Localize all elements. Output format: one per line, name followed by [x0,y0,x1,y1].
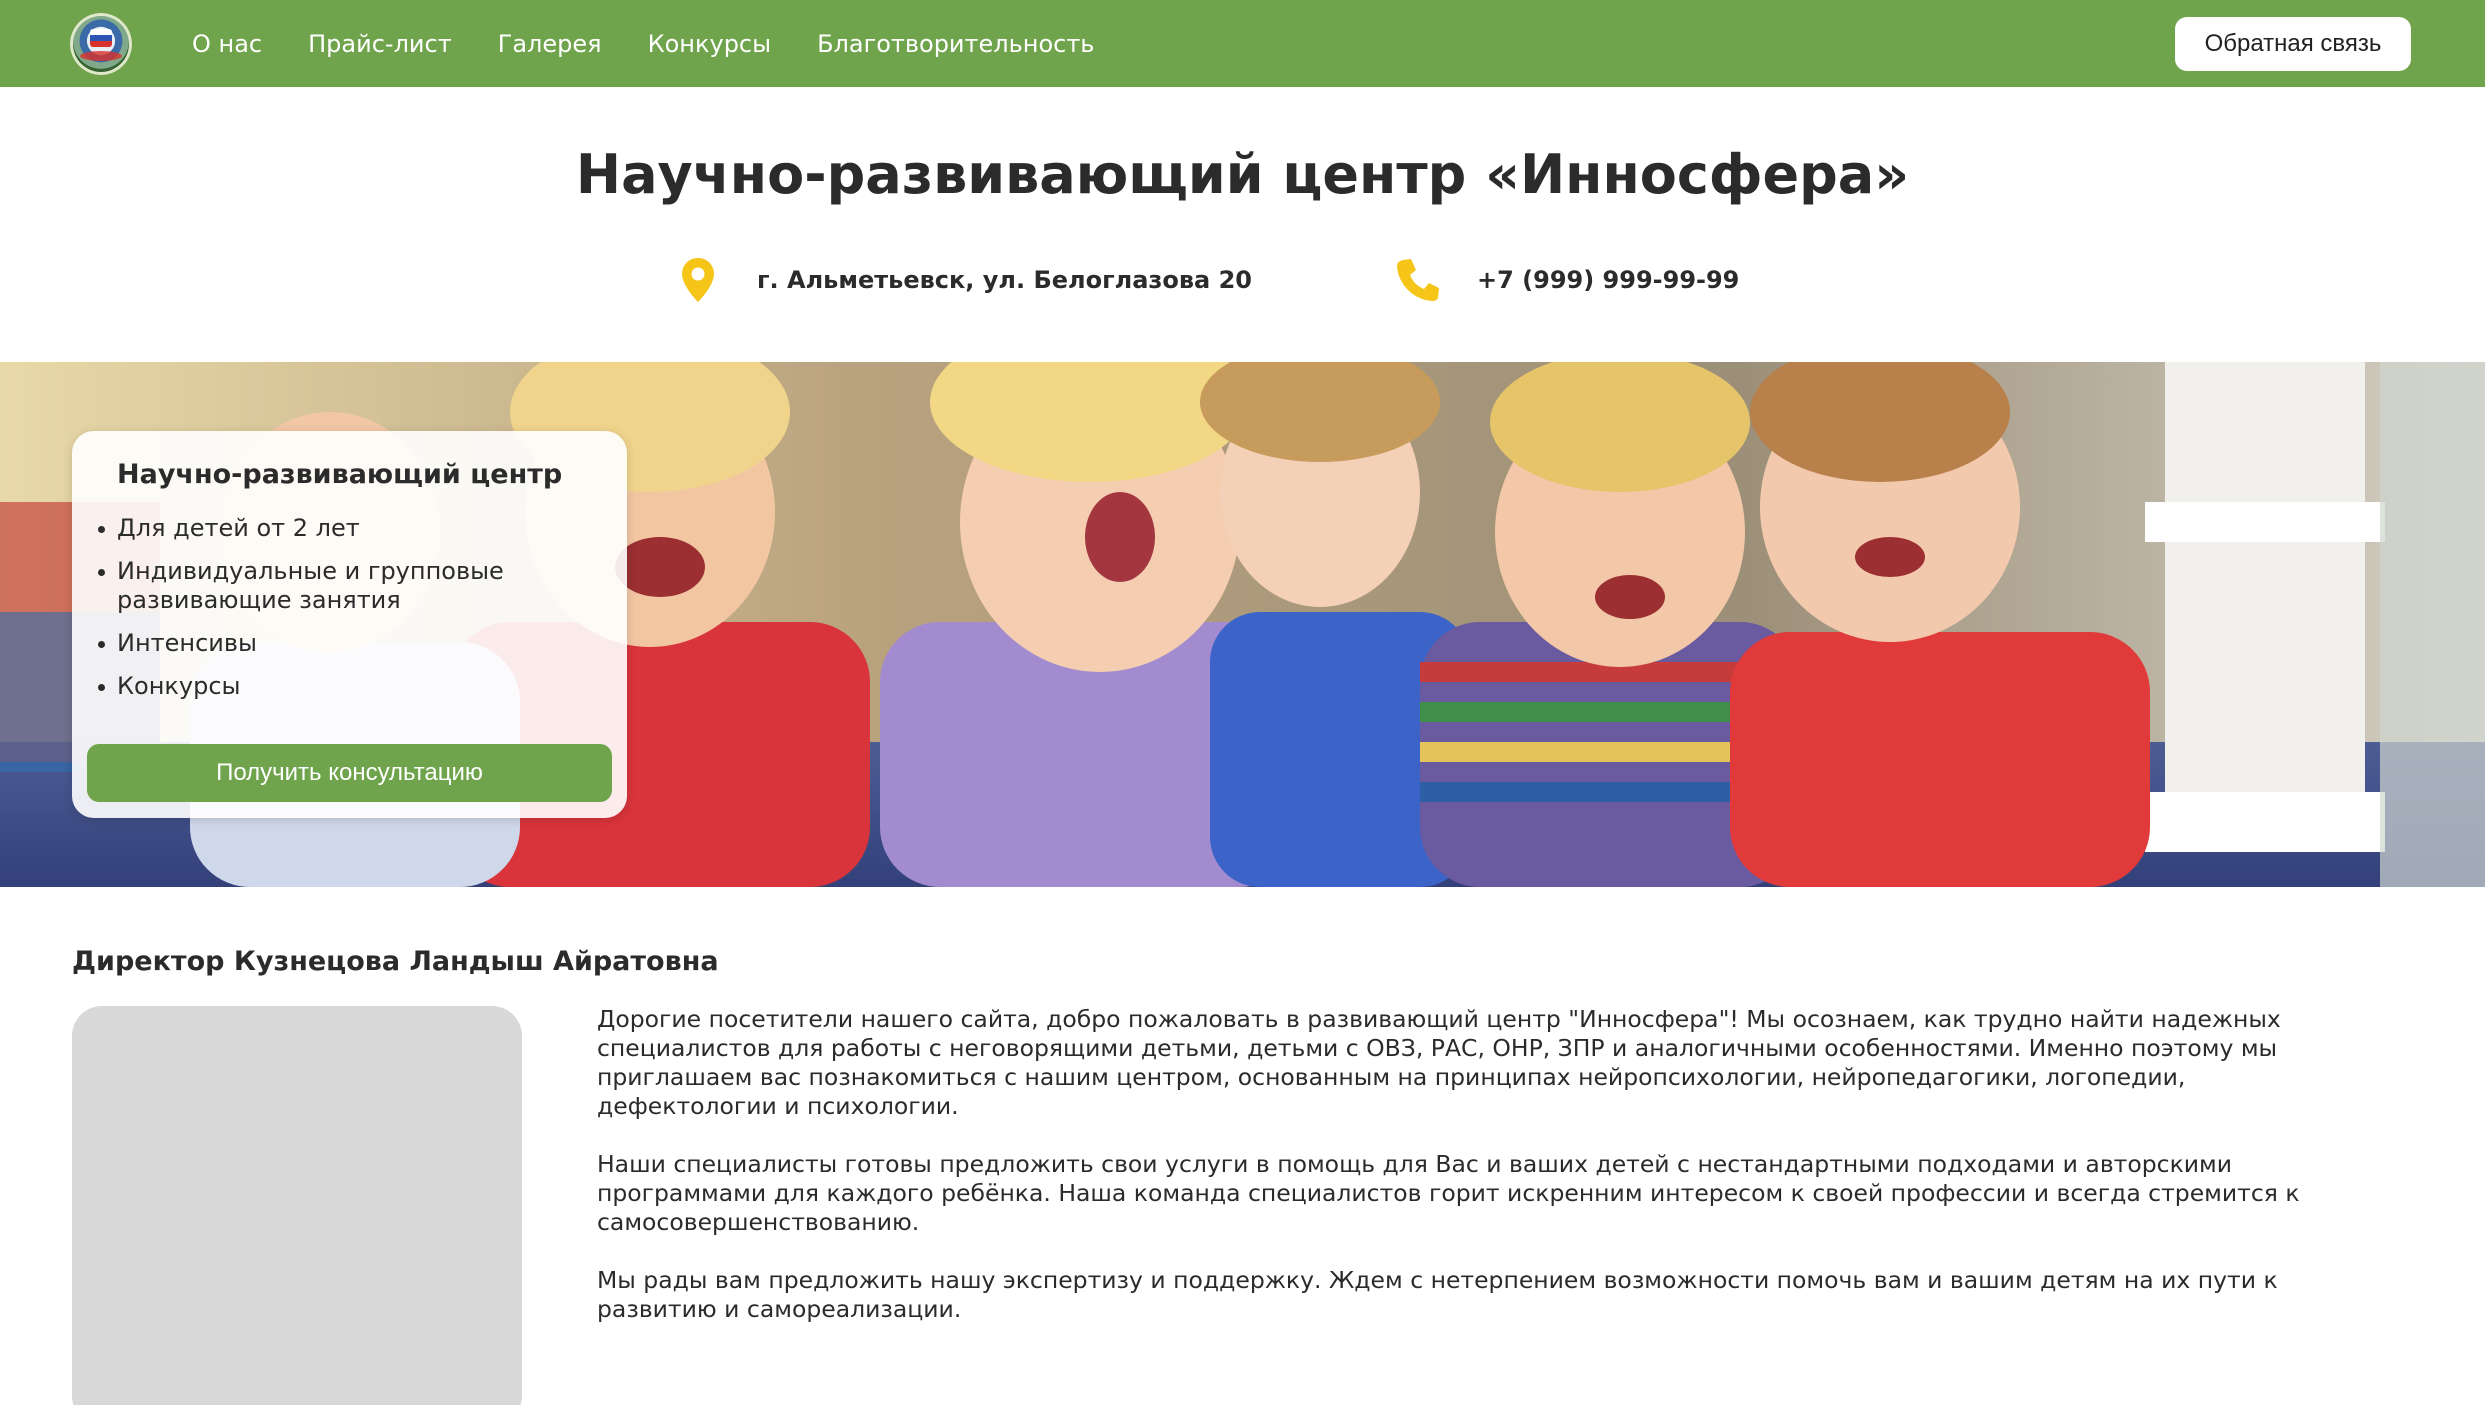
phone-text[interactable]: +7 (999) 999-99-99 [1477,266,1739,294]
nav-link-price-list[interactable]: Прайс-лист [308,30,452,58]
hero-card-title: Научно-развивающий центр [117,459,563,490]
nav-link-gallery[interactable]: Галерея [498,30,602,58]
list-item: Конкурсы [98,672,557,701]
director-photo-placeholder [72,1006,522,1405]
list-item: Для детей от 2 лет [98,514,557,543]
about-paragraph-2: Наши специалисты готовы предложить свои … [597,1150,2300,1236]
about-paragraph-3: Мы рады вам предложить нашу экспертизу и… [597,1266,2278,1323]
feedback-button[interactable]: Обратная связь [2175,17,2411,71]
nav-link-about[interactable]: О нас [192,30,262,58]
hero-info-card: Научно-развивающий центр Для детей от 2 … [72,431,627,818]
director-title: Директор Кузнецова Ландыш Айратовна [72,946,719,977]
list-item: Индивидуальные и групповые развивающие з… [98,557,557,615]
main-nav: О нас Прайс-лист Галерея Конкурсы Благот… [192,0,1094,87]
center-logo-icon[interactable] [70,13,132,75]
about-text: Дорогие посетители нашего сайта, добро п… [597,1005,2357,1353]
nav-link-contests[interactable]: Конкурсы [648,30,772,58]
address-contact: г. Альметьевск, ул. Белоглазова 20 [674,250,1252,310]
address-text: г. Альметьевск, ул. Белоглазова 20 [757,266,1252,294]
flag-icon [90,29,112,47]
map-pin-icon [674,256,722,304]
logo-ring [80,51,122,61]
about-paragraph-1: Дорогие посетители нашего сайта, добро п… [597,1005,2281,1120]
hero-feature-list: Для детей от 2 лет Индивидуальные и груп… [98,514,627,701]
list-item: Интенсивы [98,629,557,658]
top-navbar: О нас Прайс-лист Галерея Конкурсы Благот… [0,0,2485,87]
phone-icon[interactable] [1394,256,1442,304]
get-consultation-button[interactable]: Получить консультацию [87,744,612,802]
phone-contact: +7 (999) 999-99-99 [1394,250,1739,310]
nav-link-charity[interactable]: Благотворительность [817,30,1094,58]
page-title: Научно-развивающий центр «Инносфера» [575,143,1910,206]
